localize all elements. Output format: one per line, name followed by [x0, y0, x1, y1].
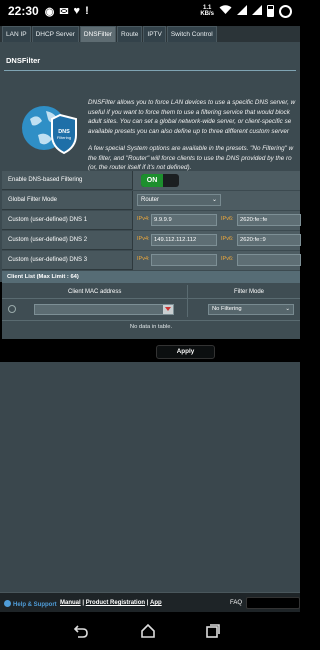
status-bar: 22:30 ◉ ✉ ♥ ! 1.1 KB/s	[0, 0, 300, 22]
back-icon[interactable]	[73, 623, 89, 639]
tab-dnsfilter[interactable]: DNSFilter	[79, 26, 117, 42]
home-icon[interactable]	[140, 623, 156, 639]
app-link[interactable]: App	[150, 600, 162, 606]
help-icon	[4, 600, 11, 607]
manual-link[interactable]: Manual	[60, 600, 81, 606]
dns1-ipv6-input[interactable]: 2620:fe::fe	[237, 214, 301, 226]
col-mac-header: Client MAC address	[68, 289, 122, 295]
dns2-ipv4-input[interactable]: 149.112.112.112	[151, 234, 217, 246]
alert-icon: !	[85, 5, 89, 17]
client-mac-input[interactable]	[34, 304, 174, 315]
global-mode-select[interactable]: Router ⌄	[137, 194, 221, 206]
table-row: Custom (user-defined) DNS 3 IPv4: IPv6:	[2, 251, 301, 270]
chevron-down-icon: ⌄	[285, 306, 290, 312]
dropdown-icon[interactable]	[163, 305, 173, 314]
dns3-ipv4-input[interactable]	[151, 254, 217, 266]
content-background	[0, 362, 300, 592]
ring-icon	[279, 4, 292, 18]
divider	[4, 70, 296, 71]
chevron-down-icon: ⌄	[211, 197, 217, 203]
product-registration-link[interactable]: Product Registration	[86, 600, 145, 606]
dns1-ipv4-input[interactable]: 9.9.9.9	[151, 214, 217, 226]
recent-apps-icon[interactable]	[205, 623, 221, 639]
page-title: DNSFilter	[6, 56, 41, 65]
whatsapp-icon: ◉	[44, 5, 55, 18]
global-mode-label: Global Filter Mode	[8, 197, 58, 203]
navigation-bar	[0, 614, 300, 650]
status-time: 22:30	[8, 4, 39, 18]
gmail-icon: ✉	[59, 5, 69, 18]
tab-lan-ip[interactable]: LAN IP	[2, 26, 31, 42]
dns-globe-shield-icon: DNS Filtering	[22, 106, 77, 155]
svg-text:Filtering: Filtering	[57, 135, 71, 140]
client-list-header: Client List (Max Limit : 64)	[2, 271, 300, 283]
heart-icon: ♥	[73, 5, 81, 17]
table-row: Enable DNS-based Filtering ON	[2, 171, 300, 190]
dns1-label: Custom (user-defined) DNS 1	[8, 217, 88, 223]
dns2-ipv6-input[interactable]: 2620:fe::9	[237, 234, 301, 246]
table-row: Global Filter Mode Router ⌄	[2, 191, 300, 210]
faq-search-input[interactable]	[246, 597, 300, 609]
tab-bar: LAN IP DHCP Server DNSFilter Route IPTV …	[0, 26, 300, 42]
apply-button[interactable]: Apply	[156, 345, 215, 359]
wifi-icon	[219, 4, 232, 18]
footer: Help & Support Manual | Product Registra…	[0, 592, 300, 612]
tab-iptv[interactable]: IPTV	[143, 26, 166, 42]
empty-table-message: No data in table.	[2, 320, 300, 334]
help-support-link[interactable]: Help & Support	[4, 600, 57, 608]
tab-route[interactable]: Route	[117, 26, 143, 42]
faq-label: FAQ	[230, 600, 243, 606]
add-client-icon[interactable]	[8, 305, 16, 313]
client-mode-select[interactable]: No Filtering ⌄	[208, 304, 294, 315]
tab-dhcp-server[interactable]: DHCP Server	[31, 26, 79, 42]
table-row: Custom (user-defined) DNS 1 IPv4: 9.9.9.…	[2, 211, 301, 230]
table-row: Custom (user-defined) DNS 2 IPv4: 149.11…	[2, 231, 301, 250]
dns3-label: Custom (user-defined) DNS 3	[8, 257, 88, 263]
dns2-label: Custom (user-defined) DNS 2	[8, 237, 88, 243]
enable-toggle[interactable]: ON	[141, 174, 179, 187]
client-list: Client MAC address Filter Mode No Filter…	[2, 283, 300, 339]
enable-label: Enable DNS-based Filtering	[8, 177, 83, 183]
dns3-ipv6-input[interactable]	[237, 254, 301, 266]
data-speed-icon: 1.1 KB/s	[200, 5, 214, 17]
signal-icon	[252, 4, 262, 18]
col-mode-header: Filter Mode	[234, 289, 265, 295]
tab-switch-control[interactable]: Switch Control	[166, 26, 217, 42]
battery-icon	[267, 5, 274, 17]
divider	[187, 285, 188, 317]
description: DNSFilter allows you to force LAN device…	[88, 99, 296, 171]
signal-icon	[237, 4, 247, 18]
